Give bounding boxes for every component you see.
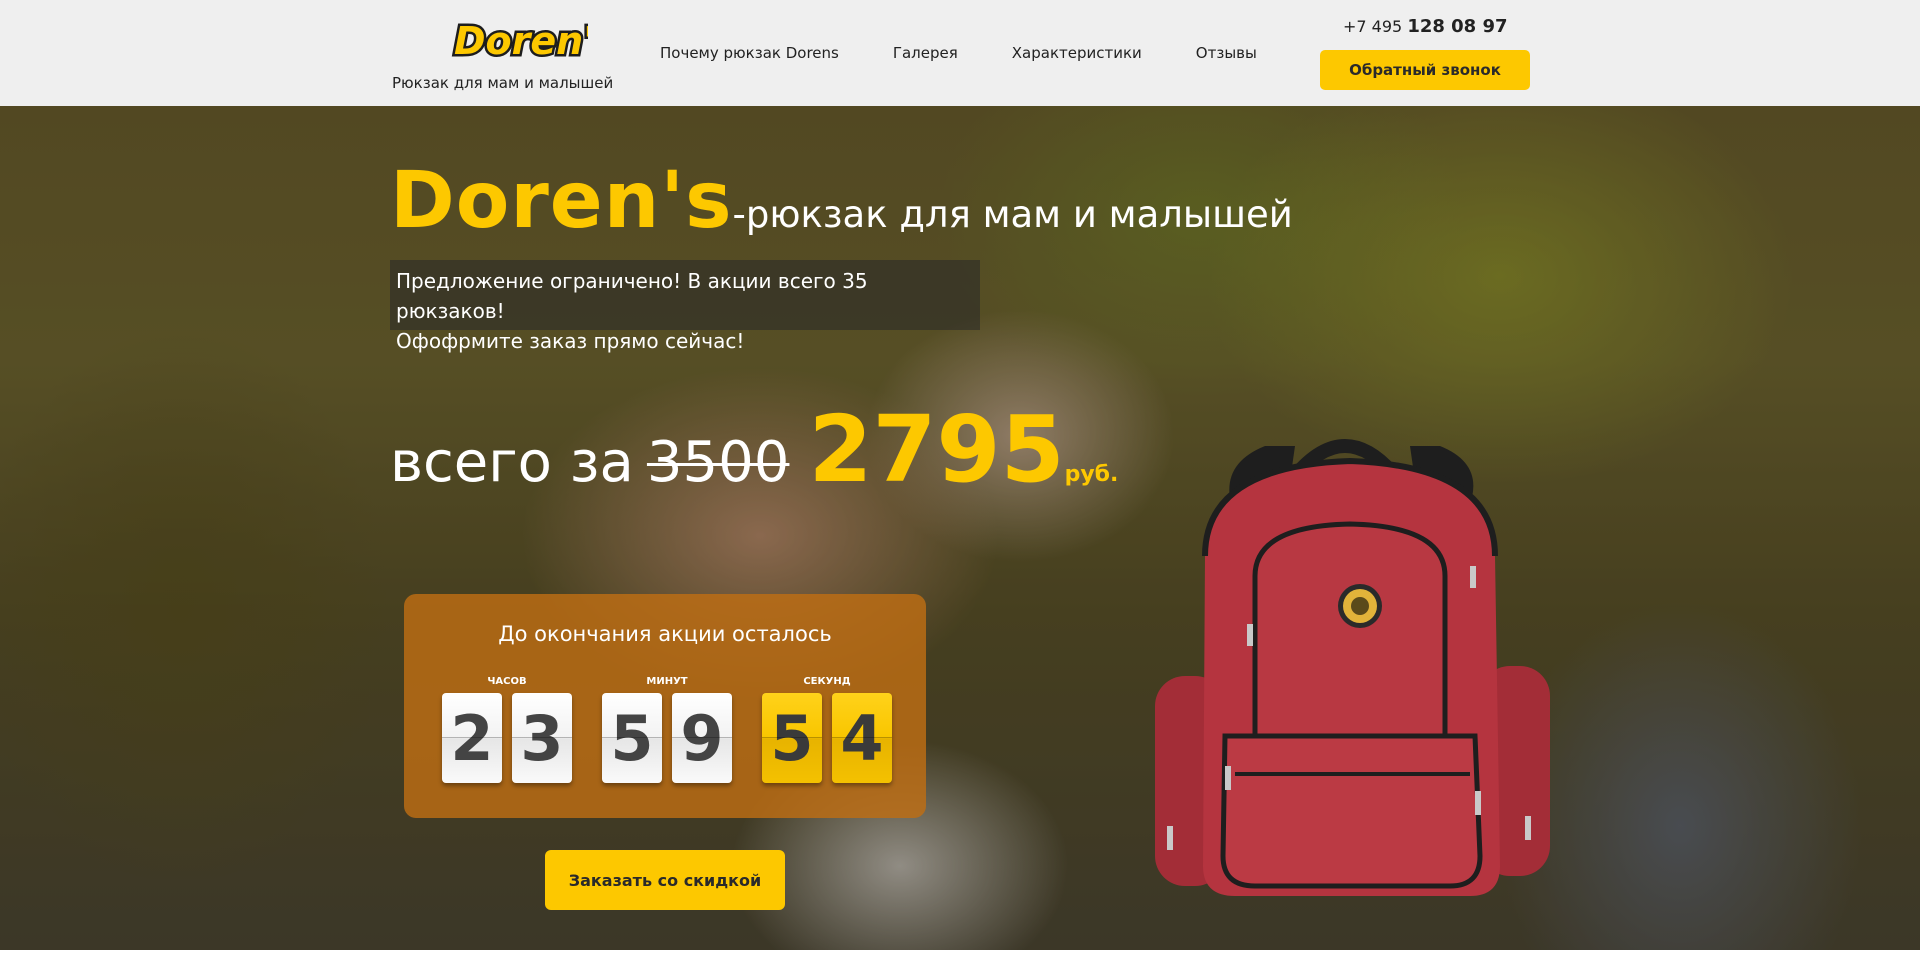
order-discount-button[interactable]: Заказать со скидкой (545, 850, 785, 910)
seconds-label: СЕКУНД (803, 676, 851, 687)
nav-specs[interactable]: Характеристики (1012, 44, 1142, 62)
hero-brand: Doren's (390, 156, 733, 246)
timer-hours: ЧАСОВ 2 3 (437, 676, 577, 783)
limited-offer-notice: Предложение ограничено! В акции всего 35… (390, 260, 980, 353)
hours-digit-1: 2 (442, 693, 502, 783)
timer-title: До окончания акции осталось (498, 622, 832, 646)
countdown-timer: До окончания акции осталось ЧАСОВ 2 3 МИ… (404, 594, 926, 818)
nav-why-dorens[interactable]: Почему рюкзак Dorens (660, 44, 839, 62)
nav-reviews[interactable]: Отзывы (1196, 44, 1257, 62)
nav-gallery[interactable]: Галерея (893, 44, 958, 62)
main-nav: Почему рюкзак Dorens Галерея Характерист… (660, 44, 1257, 62)
price-label: всего за (390, 430, 634, 495)
hero-section: Doren's-рюкзак для мам и малышей Предлож… (0, 106, 1920, 950)
hours-digit-2: 3 (512, 693, 572, 783)
hero-title: Doren's-рюкзак для мам и малышей (390, 156, 1293, 246)
brand-logo: Doren's (452, 17, 589, 66)
notice-line-2: Офофрмите заказ прямо сейчас! (396, 329, 745, 353)
phone-main: 128 08 97 (1407, 16, 1508, 37)
price-block: всего за 3500 2795руб. (390, 396, 1118, 503)
phone-prefix: +7 495 (1343, 17, 1403, 36)
minutes-label: МИНУТ (646, 676, 688, 687)
new-price: 2795 (808, 396, 1065, 503)
phone-number[interactable]: +7 495 128 08 97 (1343, 16, 1508, 37)
timer-seconds: СЕКУНД 5 4 (757, 676, 897, 783)
backpack-image (1155, 439, 1550, 896)
hours-label: ЧАСОВ (487, 676, 527, 687)
seconds-digit-1: 5 (762, 693, 822, 783)
notice-line-1: Предложение ограничено! В акции всего 35… (396, 269, 868, 323)
logo-block[interactable]: Doren's Рюкзак для мам и малышей (392, 12, 642, 96)
logo-wordmark: Doren's (454, 19, 588, 63)
site-header: Doren's Рюкзак для мам и малышей Почему … (0, 0, 1920, 106)
hero-title-rest: -рюкзак для мам и малышей (732, 193, 1293, 236)
minutes-digit-2: 9 (672, 693, 732, 783)
seconds-digit-2: 4 (832, 693, 892, 783)
old-price: 3500 (646, 430, 790, 495)
callback-button[interactable]: Обратный звонок (1320, 50, 1530, 90)
site-tagline: Рюкзак для мам и малышей (392, 74, 614, 92)
timer-minutes: МИНУТ 5 9 (597, 676, 737, 783)
minutes-digit-1: 5 (602, 693, 662, 783)
price-currency: руб. (1064, 462, 1119, 487)
